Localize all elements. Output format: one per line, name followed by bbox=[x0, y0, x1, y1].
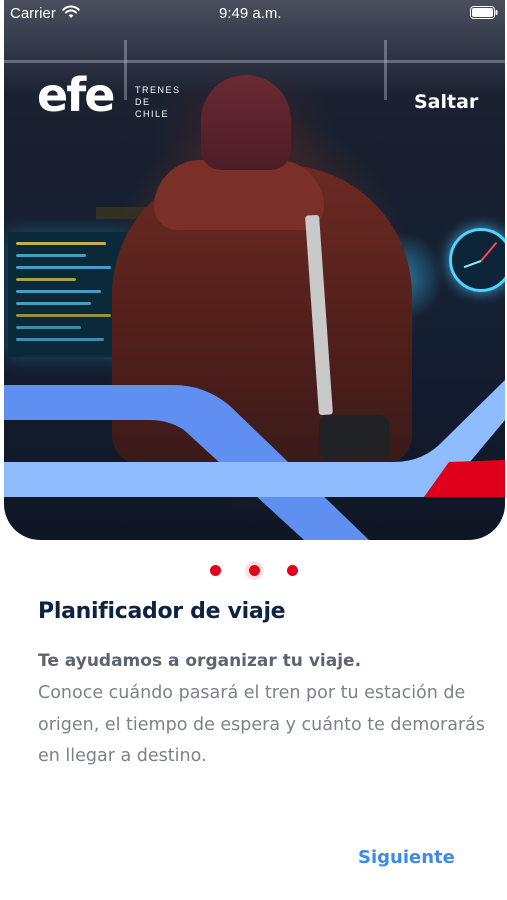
logo-text: TRENES DE CHILE bbox=[135, 85, 181, 119]
next-button[interactable]: Siguiente bbox=[358, 847, 455, 868]
page-indicator bbox=[0, 563, 507, 579]
page-description: Conoce cuándo pasará el tren por tu esta… bbox=[38, 683, 485, 766]
status-bar: Carrier 9:49 a.m. bbox=[0, 0, 507, 28]
page-dot[interactable] bbox=[287, 565, 298, 576]
page-title: Planificador de viaje bbox=[38, 599, 286, 624]
skip-button[interactable]: Saltar bbox=[414, 91, 478, 113]
carrier-label: Carrier bbox=[10, 5, 56, 22]
status-time: 9:49 a.m. bbox=[219, 5, 282, 22]
battery-icon bbox=[470, 6, 498, 19]
logo-mark: efe bbox=[37, 68, 115, 122]
hero-image: efe TRENES DE CHILE Saltar bbox=[4, 0, 505, 540]
page-subtitle: Te ayudamos a organizar tu viaje. bbox=[38, 651, 362, 671]
page-dot[interactable] bbox=[210, 565, 221, 576]
page-dot-active[interactable] bbox=[249, 565, 260, 576]
onboarding-screen: Carrier 9:49 a.m. efe TRENES DE CHILE Sa… bbox=[0, 0, 507, 900]
wifi-icon bbox=[62, 5, 80, 18]
